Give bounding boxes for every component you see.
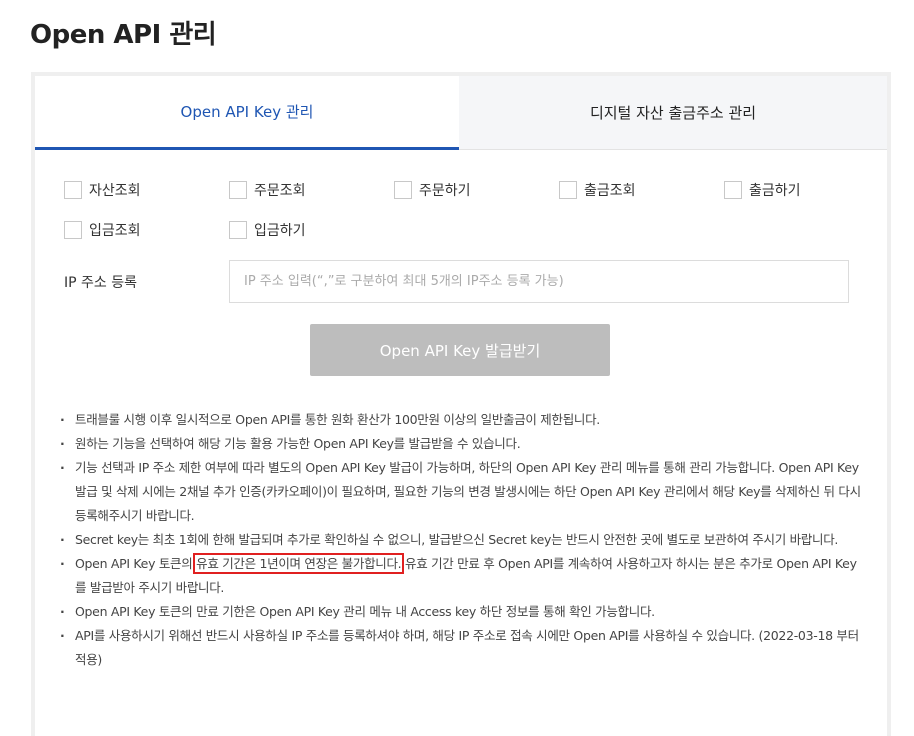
asset-view-checkbox[interactable] bbox=[64, 181, 82, 199]
withdrawal-view-checkbox[interactable] bbox=[559, 181, 577, 199]
notice-item: Open API Key 토큰의 유효 기간은 1년이며 연장은 불가합니다. … bbox=[57, 552, 863, 600]
permission-label: 출금하기 bbox=[749, 183, 801, 199]
permission-label: 자산조회 bbox=[89, 183, 141, 199]
order-view-checkbox[interactable] bbox=[229, 181, 247, 199]
issue-api-key-button[interactable]: Open API Key 발급받기 bbox=[310, 324, 610, 376]
ip-address-input[interactable] bbox=[229, 260, 849, 303]
permission-label: 입금하기 bbox=[254, 223, 306, 239]
highlighted-validity-notice: 유효 기간은 1년이며 연장은 불가합니다. bbox=[193, 553, 405, 574]
permission-label: 입금조회 bbox=[89, 223, 141, 239]
notice-item: Secret key는 최초 1회에 한해 발급되며 추가로 확인하실 수 없으… bbox=[57, 528, 863, 552]
permission-deposit[interactable]: 입금하기 bbox=[229, 220, 306, 240]
open-api-panel: Open API Key 관리 디지털 자산 출금주소 관리 자산조회 주문조회… bbox=[31, 72, 891, 736]
place-order-checkbox[interactable] bbox=[394, 181, 412, 199]
notice-item: 원하는 기능을 선택하여 해당 기능 활용 가능한 Open API Key를 … bbox=[57, 432, 863, 456]
page-title: Open API 관리 bbox=[30, 20, 217, 50]
permission-label: 주문하기 bbox=[419, 183, 471, 199]
permission-label: 출금조회 bbox=[584, 183, 636, 199]
ip-registration-label: IP 주소 등록 bbox=[64, 275, 137, 291]
permission-deposit-view[interactable]: 입금조회 bbox=[64, 220, 141, 240]
notice-item: 트래블룰 시행 이후 일시적으로 Open API를 통한 원화 환산가 100… bbox=[57, 408, 863, 432]
permission-label: 주문조회 bbox=[254, 183, 306, 199]
permission-withdraw[interactable]: 출금하기 bbox=[724, 180, 801, 200]
notice-item: API를 사용하시기 위해선 반드시 사용하실 IP 주소를 등록하셔야 하며,… bbox=[57, 624, 863, 672]
permission-place-order[interactable]: 주문하기 bbox=[394, 180, 471, 200]
deposit-checkbox[interactable] bbox=[229, 221, 247, 239]
permission-order-view[interactable]: 주문조회 bbox=[229, 180, 306, 200]
tab-bar: Open API Key 관리 디지털 자산 출금주소 관리 bbox=[35, 76, 887, 150]
notice-item: 기능 선택과 IP 주소 제한 여부에 따라 별도의 Open API Key … bbox=[57, 456, 863, 528]
tab-withdrawal-address[interactable]: 디지털 자산 출금주소 관리 bbox=[459, 76, 887, 150]
withdraw-checkbox[interactable] bbox=[724, 181, 742, 199]
tab-open-api-key[interactable]: Open API Key 관리 bbox=[35, 76, 459, 150]
notice-list: 트래블룰 시행 이후 일시적으로 Open API를 통한 원화 환산가 100… bbox=[57, 408, 863, 672]
notice-item: Open API Key 토큰의 만료 기한은 Open API Key 관리 … bbox=[57, 600, 863, 624]
deposit-view-checkbox[interactable] bbox=[64, 221, 82, 239]
notice-text: Open API Key 토큰의 bbox=[75, 556, 197, 571]
permission-withdrawal-view[interactable]: 출금조회 bbox=[559, 180, 636, 200]
permission-asset-view[interactable]: 자산조회 bbox=[64, 180, 141, 200]
